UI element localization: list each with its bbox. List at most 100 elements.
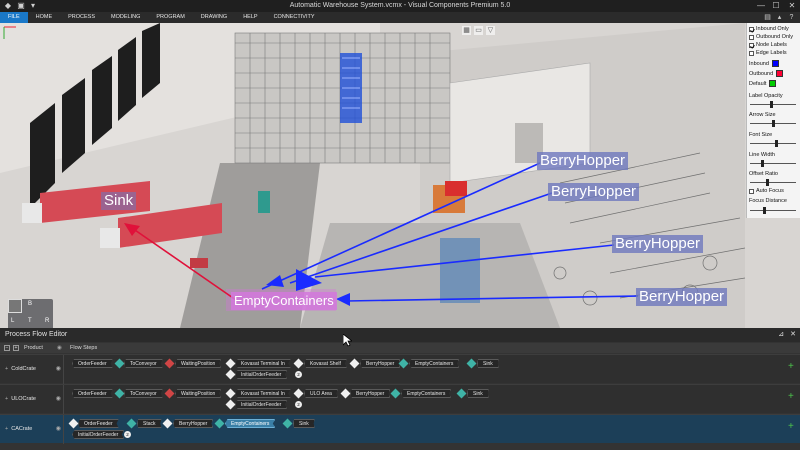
- node-labels-checkbox[interactable]: Node Labels: [749, 42, 787, 48]
- filter-icon[interactable]: ▽: [486, 26, 495, 35]
- branch-count-badge[interactable]: 2: [295, 371, 302, 378]
- connector-icon[interactable]: [282, 418, 293, 429]
- flow-step[interactable]: WaitingPosition: [175, 389, 222, 398]
- table-row[interactable]: + ULOCrate ◉ OrderFeeder ToConveyor Waitin…: [0, 384, 800, 414]
- flow-step[interactable]: BerryHopper: [350, 389, 391, 398]
- menu-file[interactable]: FILE: [0, 12, 28, 23]
- connector-icon[interactable]: [164, 358, 175, 369]
- add-step-button[interactable]: +: [788, 421, 794, 432]
- layout-icon[interactable]: ▤: [763, 13, 772, 22]
- table-row[interactable]: + ColdCrate ◉ OrderFeeder ToConveyor Waiti…: [0, 354, 800, 384]
- flow-step[interactable]: InitialOrderFeeder: [235, 400, 288, 409]
- connector-icon[interactable]: [466, 358, 477, 369]
- flow-step[interactable]: ToConveyor: [124, 389, 163, 398]
- layout-view-icon[interactable]: ▦: [462, 26, 471, 35]
- font-size-slider[interactable]: [750, 140, 796, 147]
- flow-step[interactable]: ULO Area: [304, 389, 338, 398]
- navcube-left[interactable]: L: [11, 318, 14, 324]
- expand-all-button[interactable]: +: [13, 345, 19, 351]
- minimize-button[interactable]: —: [754, 0, 768, 12]
- flow-step[interactable]: BerryHopper: [360, 359, 401, 368]
- navcube-top[interactable]: T: [28, 318, 32, 324]
- help-icon[interactable]: ?: [787, 13, 796, 22]
- flow-step[interactable]: InitialOrderFeeder: [235, 370, 288, 379]
- pin-icon[interactable]: ⊿: [778, 328, 784, 342]
- branch-count-badge[interactable]: 2: [295, 401, 302, 408]
- flow-step[interactable]: InitialOrderFeeder: [72, 430, 125, 439]
- add-step-button[interactable]: +: [788, 391, 794, 402]
- connector-icon[interactable]: [349, 358, 360, 369]
- visibility-icon[interactable]: ◉: [57, 343, 62, 353]
- menu-drawing[interactable]: DRAWING: [193, 12, 235, 23]
- connector-icon[interactable]: [398, 358, 409, 369]
- inbound-only-checkbox[interactable]: Inbound Only: [749, 26, 789, 32]
- flow-step[interactable]: BerryHopper: [173, 419, 214, 428]
- connector-icon[interactable]: [456, 388, 467, 399]
- flow-step[interactable]: Sink: [467, 389, 489, 398]
- connector-icon[interactable]: [293, 358, 304, 369]
- slider-thumb[interactable]: [766, 179, 769, 186]
- connector-icon[interactable]: [340, 388, 351, 399]
- menu-home[interactable]: HOME: [28, 12, 61, 23]
- flow-step-highlighted[interactable]: EmptyContainers: [225, 419, 276, 428]
- connector-icon[interactable]: [68, 418, 79, 429]
- edge-labels-checkbox[interactable]: Edge Labels: [749, 50, 787, 56]
- slider-thumb[interactable]: [763, 207, 766, 214]
- checkbox-icon[interactable]: [749, 42, 754, 48]
- camera-icon[interactable]: ▭: [474, 26, 483, 35]
- visibility-icon[interactable]: ◉: [56, 355, 61, 384]
- node-label-berryhopper-4[interactable]: BerryHopper: [636, 288, 728, 306]
- menu-process[interactable]: PROCESS: [60, 12, 103, 23]
- node-label-berryhopper-3[interactable]: BerryHopper: [612, 235, 704, 253]
- flow-step[interactable]: EmptyContainers: [409, 359, 460, 368]
- menu-program[interactable]: PROGRAM: [148, 12, 192, 23]
- flow-step[interactable]: ToConveyor: [124, 359, 163, 368]
- connector-icon[interactable]: [126, 418, 137, 429]
- visibility-icon[interactable]: ◉: [56, 385, 61, 414]
- flow-step[interactable]: OrderFeeder: [72, 359, 113, 368]
- connector-icon[interactable]: [225, 358, 236, 369]
- table-row-selected[interactable]: + CACrate ◉ OrderFeeder Stack BerryHopper …: [0, 414, 800, 444]
- product-cell[interactable]: + ULOCrate ◉: [0, 385, 64, 414]
- slider-thumb[interactable]: [770, 101, 773, 108]
- checkbox-icon[interactable]: [749, 26, 754, 32]
- flow-step[interactable]: Sink: [293, 419, 315, 428]
- navcube-center[interactable]: [8, 299, 22, 313]
- inbound-color-swatch[interactable]: [771, 60, 779, 67]
- menu-connectivity[interactable]: CONNECTIVITY: [266, 12, 323, 23]
- connector-icon[interactable]: [162, 418, 173, 429]
- label-opacity-slider[interactable]: [750, 101, 796, 108]
- product-cell[interactable]: + ColdCrate ◉: [0, 355, 64, 384]
- slider-thumb[interactable]: [772, 120, 775, 127]
- checkbox-icon[interactable]: [749, 34, 754, 40]
- add-step-button[interactable]: +: [788, 361, 794, 372]
- navcube-back[interactable]: B: [28, 301, 32, 307]
- outbound-color-swatch[interactable]: [776, 70, 784, 77]
- node-label-berryhopper-1[interactable]: BerryHopper: [537, 152, 629, 170]
- offset-ratio-slider[interactable]: [750, 179, 796, 186]
- slider-thumb[interactable]: [775, 140, 778, 147]
- slider-thumb[interactable]: [761, 160, 764, 167]
- arrow-size-slider[interactable]: [750, 120, 796, 127]
- connector-icon[interactable]: [164, 388, 175, 399]
- panel-close-icon[interactable]: ✕: [790, 328, 796, 342]
- product-cell[interactable]: + CACrate ◉: [0, 415, 64, 444]
- connector-icon[interactable]: [114, 358, 125, 369]
- auto-focus-checkbox[interactable]: Auto Focus: [749, 188, 784, 194]
- flow-step[interactable]: Kovasat Terminal In: [235, 359, 291, 368]
- default-color-swatch[interactable]: [769, 80, 777, 87]
- flow-step[interactable]: WaitingPosition: [175, 359, 222, 368]
- flow-step[interactable]: OrderFeeder: [72, 389, 113, 398]
- line-width-slider[interactable]: [750, 160, 796, 167]
- flow-step[interactable]: Kovasat Shelf: [304, 359, 347, 368]
- connector-icon[interactable]: [225, 399, 236, 410]
- flow-step[interactable]: Kovasat Terminal In: [235, 389, 291, 398]
- connector-icon[interactable]: [214, 418, 225, 429]
- navigation-cube[interactable]: B L T R F: [8, 299, 53, 328]
- connector-icon[interactable]: [114, 388, 125, 399]
- ribbon-toggle-icon[interactable]: ▴: [775, 13, 784, 22]
- menu-help[interactable]: HELP: [235, 12, 265, 23]
- maximize-button[interactable]: ☐: [769, 0, 783, 12]
- branch-count-badge[interactable]: 2: [124, 431, 131, 438]
- connector-icon[interactable]: [293, 388, 304, 399]
